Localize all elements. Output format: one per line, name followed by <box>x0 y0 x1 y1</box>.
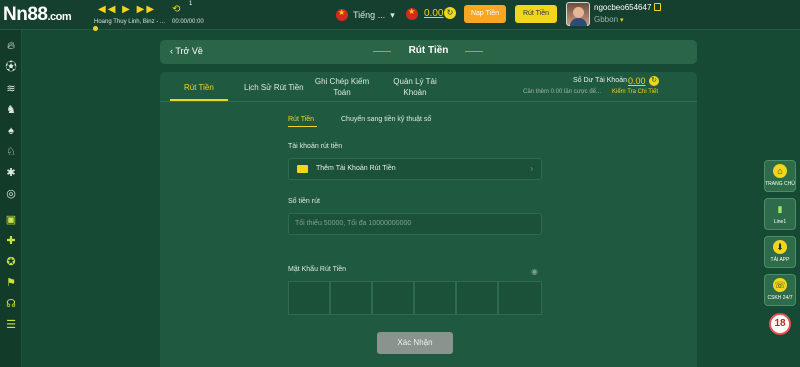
age-18-badge: 18 <box>769 313 791 335</box>
wager-note: Cần thêm 0.00 lần cược để... <box>523 89 601 95</box>
withdraw-panel: Rút Tiền Lịch Sử Rút Tiền Ghi Chép Kiếm … <box>160 72 697 367</box>
rooster-icon[interactable]: ♘ <box>3 144 19 160</box>
copy-icon[interactable] <box>654 3 661 11</box>
left-sidebar: 🔥︎ ⚽︎ ≋ ♞ ♠ ♘ ✱ ◎ ▣ ✚ ✪ ⚑ ☊ ☰ <box>0 30 22 367</box>
language-label: Tiếng ... <box>353 10 386 20</box>
amount-placeholder: Tối thiểu 50000, Tối đa 10000000000 <box>295 220 412 227</box>
confirm-button[interactable]: Xác Nhận <box>377 332 453 354</box>
add-account-text: Thêm Tài Khoản Rút Tiền <box>316 165 396 172</box>
eye-hidden-icon[interactable]: ◉ <box>531 267 538 276</box>
page-title: Rút Tiền <box>160 45 697 56</box>
username: ngocbeo654647 <box>594 3 652 12</box>
lottery-icon[interactable]: ✱ <box>3 165 19 181</box>
language-select[interactable]: Tiếng ... ▾ <box>336 8 395 22</box>
home-float-label: TRANG CHỦ <box>765 181 795 187</box>
subtab-withdraw[interactable]: Rút Tiền <box>288 116 314 123</box>
vip-icon[interactable]: ✪ <box>3 254 19 270</box>
withdraw-button[interactable]: Rút Tiền <box>515 5 557 23</box>
currency-flag-icon <box>406 7 418 20</box>
search-list-icon[interactable]: ☰ <box>3 317 19 333</box>
password-digit-1[interactable] <box>288 281 330 315</box>
signal-icon: ▮ <box>777 204 783 214</box>
tab-account-management[interactable]: Quản Lý Tài Khoản <box>390 76 440 98</box>
amount-label: Số tiền rút <box>288 198 320 205</box>
line-float-label: Line1 <box>773 219 787 225</box>
active-subtab-indicator <box>288 126 317 127</box>
headset-icon[interactable]: ☊ <box>3 296 19 312</box>
slots-icon[interactable]: ◎ <box>3 186 19 202</box>
chevron-down-icon[interactable]: ▾ <box>620 16 624 24</box>
amount-input[interactable]: Tối thiểu 50000, Tối đa 10000000000 <box>288 213 542 235</box>
refresh-icon[interactable]: ↻ <box>649 76 659 86</box>
chevron-right-icon: › <box>530 164 533 173</box>
avatar[interactable] <box>566 2 590 26</box>
line-float-button[interactable]: ▮ Line1 <box>764 198 796 230</box>
flame-icon[interactable]: 🔥︎ <box>3 38 19 54</box>
add-account-field[interactable]: Thêm Tài Khoản Rút Tiền › <box>288 158 542 180</box>
track-number: 1 <box>189 1 193 7</box>
password-digit-6[interactable] <box>498 281 542 315</box>
music-player: ◀◀ ▶ ▶▶ Hoang Thuy Linh, Binz - ... ⟲ 1 … <box>92 1 212 30</box>
wallet-card-icon <box>297 165 308 173</box>
fish-icon[interactable]: ≋ <box>3 81 19 97</box>
password-digit-5[interactable] <box>456 281 498 315</box>
song-title: Hoang Thuy Linh, Binz - ... <box>94 19 165 25</box>
download-float-button[interactable]: ⬇ TẢI APP <box>764 236 796 268</box>
chevron-down-icon: ▾ <box>390 9 395 20</box>
top-bar: Nn88.com ◀◀ ▶ ▶▶ Hoang Thuy Linh, Binz -… <box>0 0 800 31</box>
password-digit-2[interactable] <box>330 281 372 315</box>
deposit-button[interactable]: Nạp Tiền <box>464 5 506 23</box>
football-icon[interactable]: ⚽︎ <box>3 59 19 75</box>
cards-icon[interactable]: ♠ <box>3 123 19 139</box>
password-digit-3[interactable] <box>372 281 414 315</box>
home-float-button[interactable]: ⌂ TRANG CHỦ <box>764 160 796 192</box>
site-logo[interactable]: Nn88.com <box>3 4 72 26</box>
account-balance-value: 0.00 <box>628 76 646 86</box>
tab-audit-log[interactable]: Ghi Chép Kiếm Toán <box>312 76 372 98</box>
active-tab-indicator <box>170 99 228 101</box>
header-balance: 0.00 <box>424 8 444 19</box>
refresh-balance-icon[interactable]: ↻ <box>444 7 456 19</box>
subtab-crypto[interactable]: Chuyển sang tiền kỹ thuật số <box>341 116 431 123</box>
account-label: Tài khoản rút tiền <box>288 143 343 150</box>
player-time: 00:00/00:00 <box>172 19 204 25</box>
dragon-icon[interactable]: ♞ <box>3 102 19 118</box>
download-icon: ⬇ <box>773 240 787 254</box>
tab-withdraw-history[interactable]: Lịch Sử Rút Tiền <box>244 82 304 93</box>
vietnam-flag-icon <box>336 8 348 21</box>
support-icon: ☏ <box>773 278 787 292</box>
check-details-link[interactable]: Kiểm Tra Chi Tiết <box>612 89 658 95</box>
player-progress-dot[interactable] <box>93 26 98 31</box>
page-header: ‹ Trở Về Rút Tiền <box>160 40 697 64</box>
download-float-label: TẢI APP <box>770 257 790 263</box>
password-label: Mật Khẩu Rút Tiền <box>288 266 346 273</box>
account-balance-label: Số Dư Tài Khoản <box>573 77 627 84</box>
home-icon: ⌂ <box>773 164 787 178</box>
tab-bar: Rút Tiền Lịch Sử Rút Tiền Ghi Chép Kiếm … <box>160 72 697 102</box>
gift-icon[interactable]: ✚ <box>3 233 19 249</box>
support-float-button[interactable]: ☏ CSKH 24/7 <box>764 274 796 306</box>
promo-icon[interactable]: ▣ <box>3 212 19 228</box>
player-controls[interactable]: ◀◀ ▶ ▶▶ <box>98 4 156 15</box>
agent-icon[interactable]: ⚑ <box>3 275 19 291</box>
loop-icon[interactable]: ⟲ <box>172 4 180 15</box>
tab-withdraw[interactable]: Rút Tiền <box>184 82 214 93</box>
password-digit-4[interactable] <box>414 281 456 315</box>
support-float-label: CSKH 24/7 <box>767 295 793 301</box>
vip-level: Gbbon <box>594 15 619 24</box>
